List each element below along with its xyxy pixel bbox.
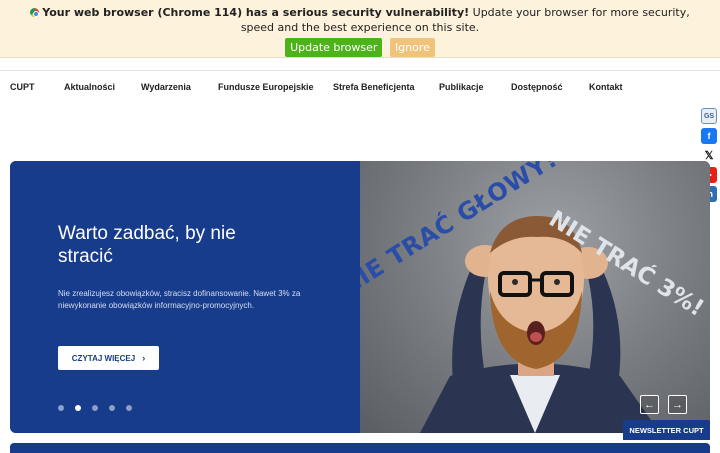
hero-description: Nie zrealizujesz obowiązków, stracisz do… <box>58 289 301 310</box>
nav-item-fundusze[interactable]: Fundusze Europejskie <box>218 82 314 92</box>
read-more-label: CZYTAJ WIĘCEJ <box>71 353 136 363</box>
ignore-button[interactable]: Ignore <box>389 38 435 57</box>
nav-item-wydarzenia[interactable]: Wydarzenia <box>141 82 191 92</box>
nav-item-publikacje[interactable]: Publikacje <box>439 82 484 92</box>
hero-content: Warto zadbać, by nie stracić Nie zrealiz… <box>10 161 360 433</box>
slider-dot-5[interactable] <box>125 405 132 411</box>
slider-dots <box>58 398 138 411</box>
nav-item-dostepnosc[interactable]: Dostępność <box>511 82 563 92</box>
prev-slide-button[interactable]: ← <box>640 395 659 414</box>
arrow-right-icon: → <box>672 398 683 411</box>
next-slide-button[interactable]: → <box>668 395 687 414</box>
arrow-left-icon: ← <box>644 398 655 411</box>
hero-image: NIE TRAĆ GŁOWY! NIE TRAĆ 3%! ← → <box>360 161 710 433</box>
gs-icon[interactable]: GS <box>701 108 717 124</box>
hero-title: Warto zadbać, by nie stracić <box>58 223 236 267</box>
main-nav: CUPT Aktualności Wydarzenia Fundusze Eur… <box>0 82 720 96</box>
facebook-icon[interactable]: f <box>701 127 717 144</box>
slider-dot-4[interactable] <box>108 405 115 411</box>
slider-dot-3[interactable] <box>91 405 98 411</box>
nav-item-cupt[interactable]: CUPT <box>10 82 35 92</box>
nav-item-strefa[interactable]: Strefa Beneficjenta <box>333 82 415 92</box>
newsletter-button[interactable]: NEWSLETTER CUPT <box>623 420 710 440</box>
browser-update-banner: Your web browser (Chrome 114) has a seri… <box>0 0 720 58</box>
read-more-button[interactable]: CZYTAJ WIĘCEJ › <box>58 346 159 370</box>
nav-item-kontakt[interactable]: Kontakt <box>589 82 623 92</box>
chevron-right-icon: › <box>142 353 146 363</box>
update-browser-button[interactable]: Update browser <box>285 38 383 57</box>
next-section-strip <box>10 443 710 453</box>
hero-slider: Warto zadbać, by nie stracić Nie zrealiz… <box>10 161 710 433</box>
nav-divider <box>0 70 720 71</box>
slider-dot-2[interactable] <box>74 405 81 411</box>
nav-item-aktualnosci[interactable]: Aktualności <box>64 82 115 92</box>
update-message: Your web browser (Chrome 114) has a seri… <box>20 5 700 35</box>
update-warning-bold: Your web browser (Chrome 114) has a seri… <box>42 6 470 19</box>
chrome-icon <box>30 8 40 17</box>
slider-dot-1[interactable] <box>58 405 64 411</box>
